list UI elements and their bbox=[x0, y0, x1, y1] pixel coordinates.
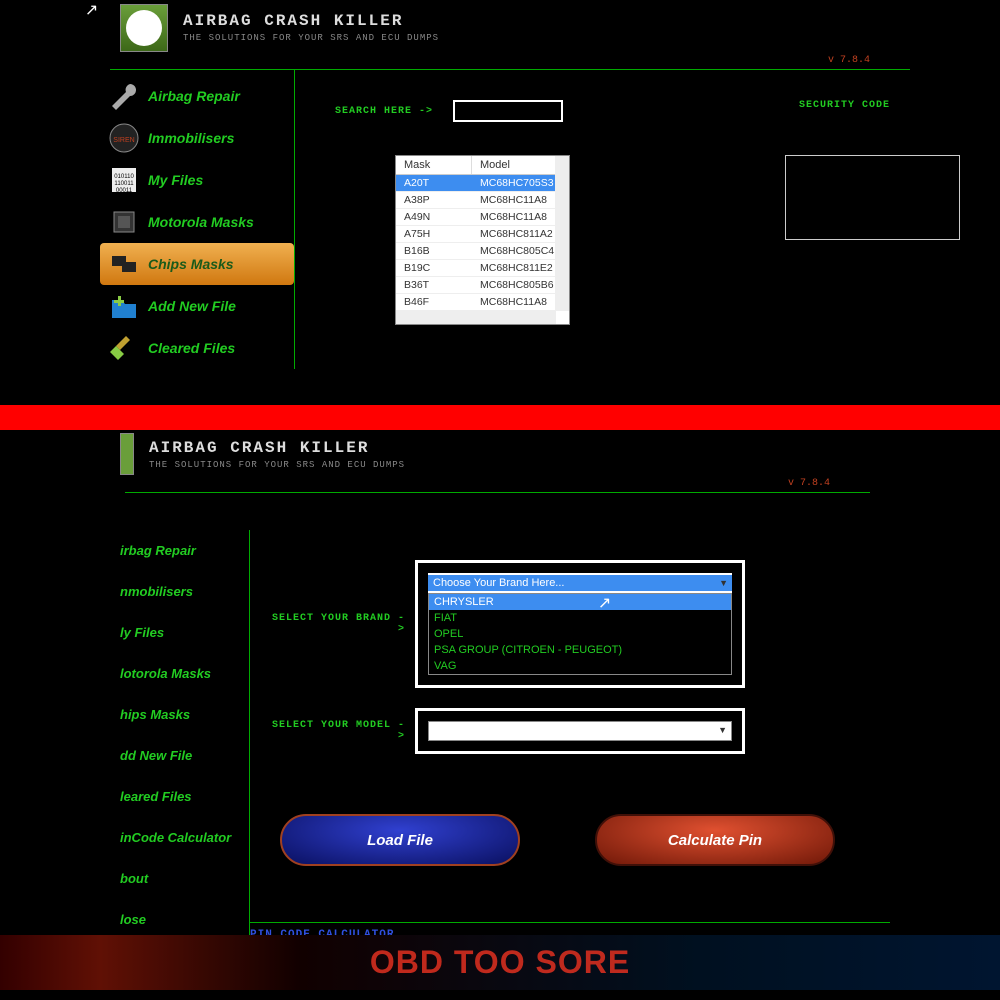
button-label: Load File bbox=[367, 832, 433, 849]
svg-text:00011: 00011 bbox=[116, 188, 133, 194]
divider-line-2 bbox=[125, 492, 870, 493]
sidebar-item-cleared-files[interactable]: Cleared Files bbox=[100, 327, 294, 369]
sidebar-item-label: Immobilisers bbox=[148, 130, 234, 146]
sidebar-item[interactable]: ly Files bbox=[120, 612, 249, 653]
sidebar-item-label: Add New File bbox=[148, 298, 236, 314]
watermark-text: OBD TOO SORE bbox=[370, 944, 630, 981]
sidebar-item-immobilisers[interactable]: SIREN Immobilisers bbox=[100, 117, 294, 159]
sidebar-2: irbag Repair nmobilisers ly Files lotoro… bbox=[120, 530, 250, 950]
brand-dropdown-placeholder: Choose Your Brand Here... bbox=[428, 575, 732, 591]
brand-dropdown-list: CHRYSLER FIAT OPEL PSA GROUP (CITROEN - … bbox=[428, 593, 732, 675]
sidebar-item[interactable]: bout bbox=[120, 858, 249, 899]
table-row[interactable]: B46FMC68HC11A8 bbox=[396, 294, 569, 305]
calculate-pin-button[interactable]: Calculate Pin bbox=[595, 814, 835, 866]
sidebar-item[interactable]: inCode Calculator bbox=[120, 817, 249, 858]
mask-table-header: Mask Model bbox=[396, 156, 569, 175]
table-row[interactable]: B36TMC68HC805B6 bbox=[396, 277, 569, 294]
sidebar-item-add-new-file[interactable]: Add New File bbox=[100, 285, 294, 327]
dropdown-option[interactable]: PSA GROUP (CITROEN - PEUGEOT) bbox=[429, 642, 731, 658]
table-row[interactable]: A20TMC68HC705S3 bbox=[396, 175, 569, 192]
table-row[interactable]: A38PMC68HC11A8 bbox=[396, 192, 569, 209]
app-subtitle-2: THE SOLUTIONS FOR YOUR SRS AND ECU DUMPS bbox=[149, 460, 405, 470]
sidebar-item-label: My Files bbox=[148, 172, 203, 188]
watermark-banner: OBD TOO SORE bbox=[0, 935, 1000, 990]
sidebar-item-label: Airbag Repair bbox=[148, 88, 240, 104]
sidebar-item-airbag-repair[interactable]: Airbag Repair bbox=[100, 75, 294, 117]
svg-text:SIREN: SIREN bbox=[113, 137, 134, 144]
scrollbar-horizontal[interactable] bbox=[396, 310, 556, 324]
app-logo bbox=[120, 4, 168, 52]
mask-table-body[interactable]: A20TMC68HC705S3 A38PMC68HC11A8 A49NMC68H… bbox=[396, 175, 569, 305]
red-divider bbox=[0, 405, 1000, 430]
sidebar-item-chips-masks[interactable]: Chips Masks bbox=[100, 243, 294, 285]
sidebar-item[interactable]: irbag Repair bbox=[120, 530, 249, 571]
sidebar-item[interactable]: leared Files bbox=[120, 776, 249, 817]
sidebar-item[interactable]: hips Masks bbox=[120, 694, 249, 735]
scrollbar-vertical[interactable] bbox=[555, 156, 569, 311]
search-label: SEARCH HERE -> bbox=[335, 106, 433, 117]
load-file-button[interactable]: Load File bbox=[280, 814, 520, 866]
col-mask: Mask bbox=[396, 156, 472, 174]
sidebar-item-label: Chips Masks bbox=[148, 256, 234, 272]
sidebar-item[interactable]: nmobilisers bbox=[120, 571, 249, 612]
table-row[interactable]: A75HMC68HC811A2 bbox=[396, 226, 569, 243]
sidebar-item-my-files[interactable]: 01011011001100011 My Files bbox=[100, 159, 294, 201]
table-row[interactable]: B19CMC68HC811E2 bbox=[396, 260, 569, 277]
version-label-2: v 7.8.4 bbox=[0, 478, 1000, 489]
wrench-icon bbox=[105, 77, 143, 115]
siren-icon: SIREN bbox=[105, 119, 143, 157]
sidebar-item[interactable]: lotorola Masks bbox=[120, 653, 249, 694]
sidebar-item[interactable]: lose bbox=[120, 899, 249, 940]
app-header-2: AIRBAG CRASH KILLER THE SOLUTIONS FOR YO… bbox=[0, 430, 1000, 478]
model-dropdown-box bbox=[415, 708, 745, 754]
sidebar-item-motorola-masks[interactable]: Motorola Masks bbox=[100, 201, 294, 243]
table-row[interactable]: B16BMC68HC805C4 bbox=[396, 243, 569, 260]
table-row[interactable]: A49NMC68HC11A8 bbox=[396, 209, 569, 226]
version-label: v 7.8.4 bbox=[0, 55, 1000, 66]
dropdown-option[interactable]: VAG bbox=[429, 658, 731, 674]
chip-icon bbox=[105, 203, 143, 241]
brand-dropdown-toggle[interactable]: Choose Your Brand Here... bbox=[428, 573, 732, 593]
svg-text:010110: 010110 bbox=[114, 174, 134, 180]
sidebar-item-label: Motorola Masks bbox=[148, 214, 254, 230]
brand-select-label: SELECT YOUR BRAND -> bbox=[265, 613, 415, 635]
security-code-box bbox=[785, 155, 960, 240]
sidebar: Airbag Repair SIREN Immobilisers 0101101… bbox=[100, 70, 295, 369]
svg-text:110011: 110011 bbox=[114, 181, 134, 187]
brand-dropdown[interactable]: Choose Your Brand Here... CHRYSLER FIAT … bbox=[415, 560, 745, 688]
binary-icon: 01011011001100011 bbox=[105, 161, 143, 199]
model-dropdown[interactable] bbox=[428, 721, 732, 741]
mask-table[interactable]: Mask Model A20TMC68HC705S3 A38PMC68HC11A… bbox=[395, 155, 570, 325]
app-title: AIRBAG CRASH KILLER bbox=[183, 12, 439, 30]
model-select-label: SELECT YOUR MODEL -> bbox=[265, 720, 415, 742]
button-label: Calculate Pin bbox=[668, 832, 762, 849]
broom-icon bbox=[105, 329, 143, 367]
security-code-label: SECURITY CODE bbox=[799, 100, 890, 111]
search-input[interactable] bbox=[453, 100, 563, 122]
folder-plus-icon bbox=[105, 287, 143, 325]
sidebar-item-label: Cleared Files bbox=[148, 340, 235, 356]
chips-icon bbox=[105, 245, 143, 283]
dropdown-option[interactable]: OPEL bbox=[429, 626, 731, 642]
sidebar-item[interactable]: dd New File bbox=[120, 735, 249, 776]
dropdown-option[interactable]: FIAT bbox=[429, 610, 731, 626]
app-title-2: AIRBAG CRASH KILLER bbox=[149, 439, 405, 457]
app-logo-2 bbox=[120, 433, 134, 475]
app-subtitle: THE SOLUTIONS FOR YOUR SRS AND ECU DUMPS bbox=[183, 33, 439, 43]
dropdown-option[interactable]: CHRYSLER bbox=[429, 594, 731, 610]
app-header: AIRBAG CRASH KILLER THE SOLUTIONS FOR YO… bbox=[0, 0, 1000, 55]
